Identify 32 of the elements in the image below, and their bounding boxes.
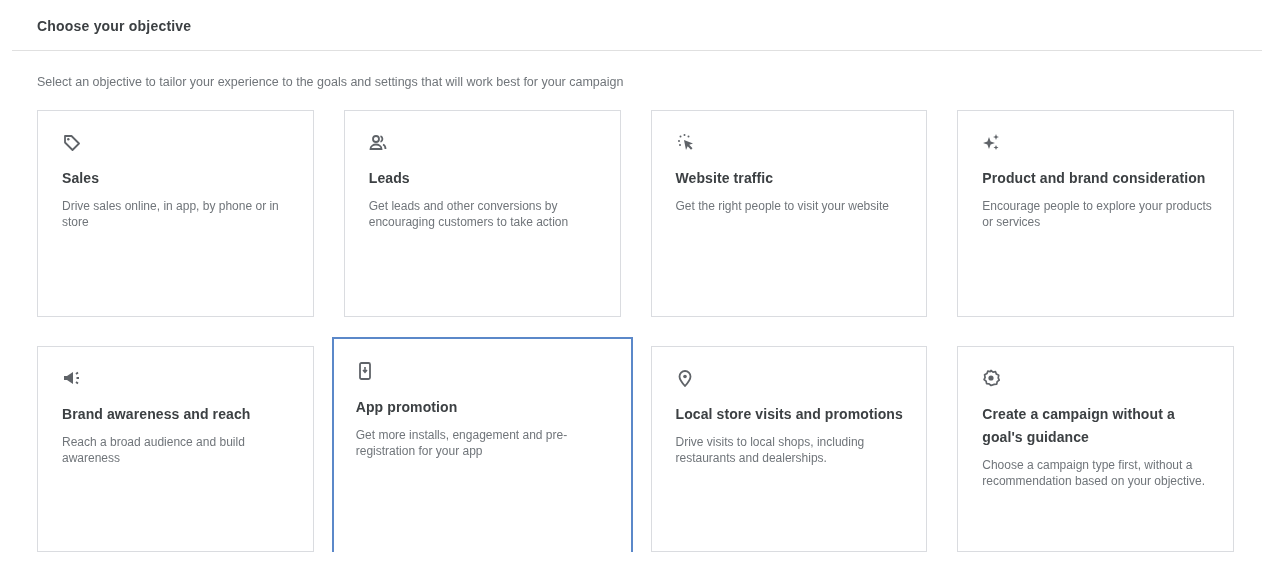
objective-card[interactable]: Website traffic Get the right people to visit your website <box>650 110 928 317</box>
objective-title: Product and brand consideration <box>982 169 1207 188</box>
objective-card[interactable]: Leads Get leads and other conversions by encouraging customers to take action <box>343 110 621 317</box>
objective-description: Get more installs, engagement and pre-registration for your app <box>355 427 569 459</box>
page-title: Choose your objective <box>37 17 193 36</box>
people-icon <box>368 133 387 151</box>
objective-description: Reach a broad audience and build awareness <box>62 434 246 466</box>
objective-card[interactable]: Sales Drive sales online, in app, by phone or in store <box>37 110 314 317</box>
megaphone-icon <box>62 369 80 387</box>
objective-title: Leads <box>368 169 411 188</box>
objective-title: Local store visits and promotions <box>675 405 904 424</box>
objective-card[interactable]: Product and brand consideration Encourage people to explore your products or services <box>957 110 1234 317</box>
objective-description: Encourage people to explore your products or services <box>982 198 1213 230</box>
objective-title: Sales <box>62 169 101 188</box>
objective-title: App promotion <box>355 398 459 417</box>
objective-description: Choose a campaign type first, without a recommendation based on your objective. <box>982 457 1207 489</box>
page-subtitle: Select an objective to tailor your experience to the goals and settings that will work best for your campaign <box>37 75 625 89</box>
objective-card[interactable]: Brand awareness and reach Reach a broad audience and build awareness <box>37 346 314 552</box>
objective-title: Brand awareness and reach <box>62 405 252 424</box>
sparkle-icon <box>982 133 1001 151</box>
tag-icon <box>62 133 80 151</box>
objective-description: Drive sales online, in app, by phone or in store <box>62 198 280 230</box>
objective-card[interactable]: Create a campaign without a goal's guidance Choose a campaign type first, without a recommendation based on your objective. <box>957 346 1234 552</box>
objective-title: Create a campaign without a goal's guidance <box>982 405 1176 447</box>
objective-card[interactable]: Local store visits and promotions Drive visits to local shops, including restaurants and dealerships. <box>650 346 928 552</box>
cursor-click-icon <box>675 133 694 151</box>
objective-title: Website traffic <box>675 169 775 188</box>
settings-icon <box>982 369 1001 387</box>
objective-card[interactable]: App promotion Get more installs, engagement and pre-registration for your app <box>331 337 633 552</box>
objective-description: Get leads and other conversions by encouraging customers to take action <box>368 198 570 230</box>
objective-description: Get the right people to visit your website <box>675 198 890 214</box>
objective-description: Drive visits to local shops, including restaurants and dealerships. <box>675 434 866 466</box>
